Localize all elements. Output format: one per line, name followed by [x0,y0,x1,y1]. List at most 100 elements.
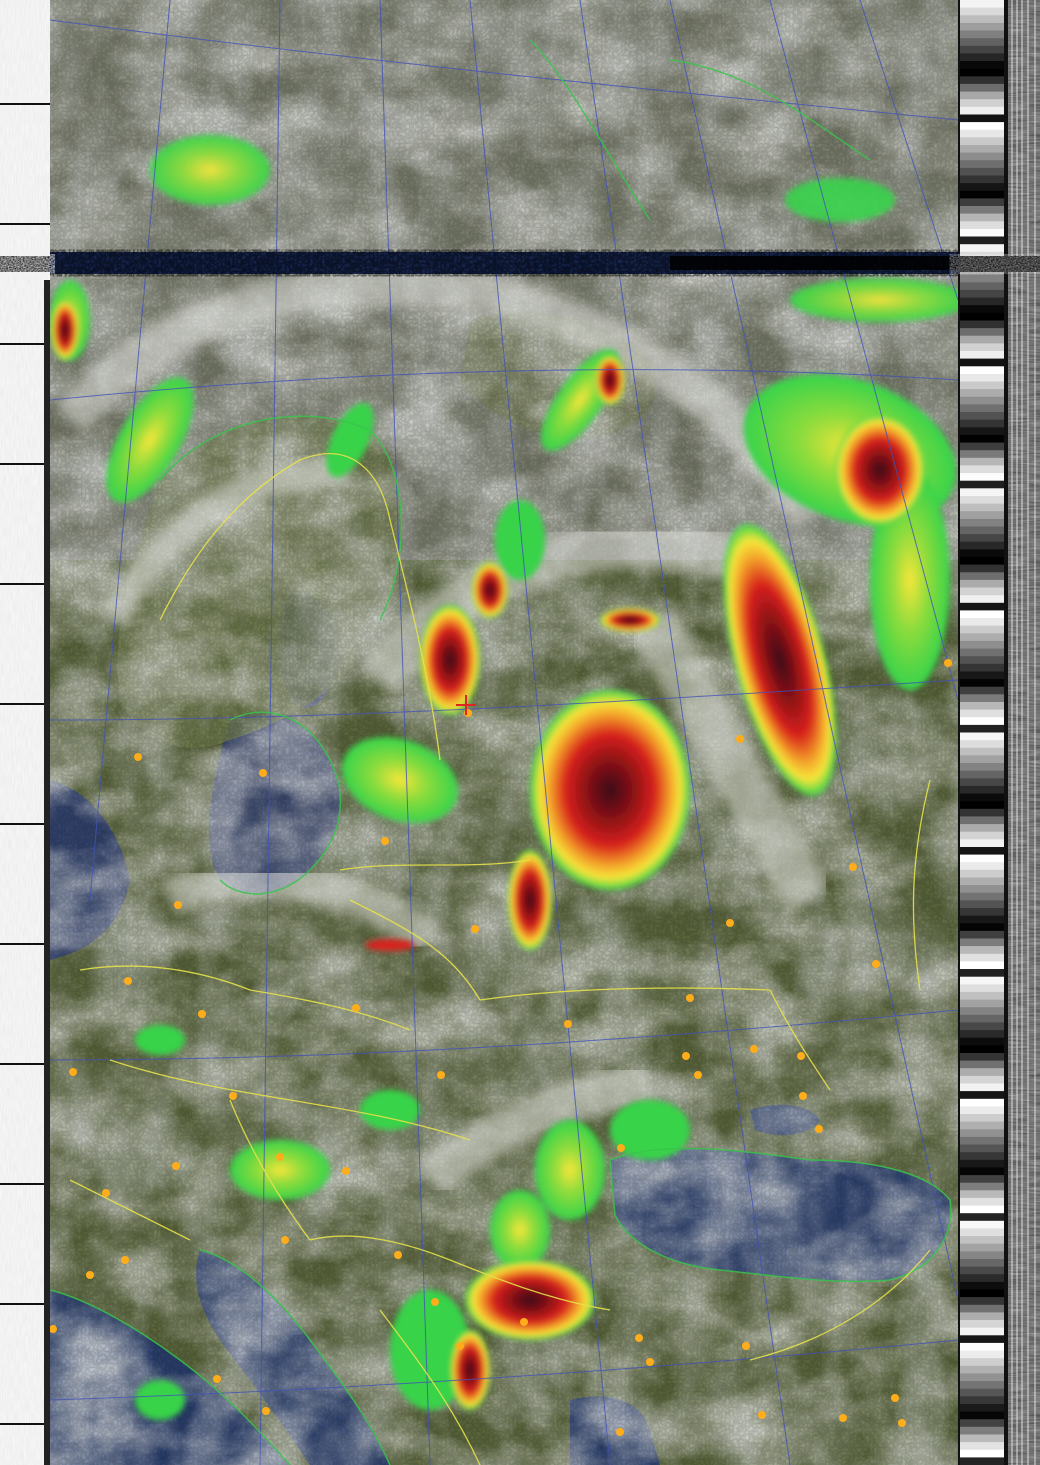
telemetry-step [960,595,1004,604]
telemetry-step [960,15,1004,24]
telemetry-step [960,1060,1004,1069]
telemetry-step [960,38,1004,47]
telemetry-step [960,335,1004,344]
telemetry-step [960,679,1004,688]
telemetry-step [960,1152,1004,1161]
telemetry-step [960,633,1004,642]
telemetry-step [960,1274,1004,1283]
telemetry-step [960,1281,1004,1290]
telemetry-step [960,1320,1004,1329]
telemetry-step [960,1220,1004,1229]
telemetry-step [960,778,1004,787]
telemetry-step [960,1297,1004,1306]
telemetry-step [960,1098,1004,1107]
telemetry-step [960,22,1004,31]
telemetry-step [960,557,1004,566]
telemetry-step [960,862,1004,871]
telemetry-step [960,1197,1004,1206]
telemetry-step [960,763,1004,772]
telemetry-step [960,91,1004,100]
telemetry-step [960,816,1004,825]
telemetry-step [960,961,1004,970]
telemetry-step [960,1396,1004,1405]
telemetry-step [960,518,1004,527]
telemetry-step [960,1053,1004,1062]
telemetry-step [960,1075,1004,1084]
telemetry-step [960,289,1004,298]
telemetry-step [960,1289,1004,1298]
telemetry-step [960,831,1004,840]
telemetry-step [960,1251,1004,1260]
telemetry-step [960,7,1004,16]
telemetry-step [960,412,1004,421]
telemetry-step [960,770,1004,779]
telemetry-step [960,1419,1004,1428]
telemetry-step [960,389,1004,398]
telemetry-step [960,1106,1004,1115]
left-sync-strip [0,0,50,1465]
telemetry-step [960,106,1004,115]
telemetry-step [960,1175,1004,1184]
telemetry-step [960,1167,1004,1176]
telemetry-step [960,1304,1004,1313]
telemetry-step [960,1350,1004,1359]
telemetry-step [960,1213,1004,1222]
right-sync-strip [1008,0,1040,1465]
telemetry-step [960,404,1004,413]
telemetry-step [960,129,1004,138]
telemetry-step [960,976,1004,985]
telemetry-step [960,137,1004,146]
telemetry-step [960,579,1004,588]
telemetry-step [960,1266,1004,1275]
telemetry-step [960,1442,1004,1451]
telemetry-step [960,1037,1004,1046]
telemetry-step [960,427,1004,436]
telemetry-step [960,648,1004,657]
telemetry-step [960,480,1004,489]
telemetry-step [960,488,1004,497]
telemetry-step [960,473,1004,482]
telemetry-step [960,1243,1004,1252]
telemetry-step [960,793,1004,802]
telemetry-step [960,984,1004,993]
telemetry-step [960,457,1004,466]
telemetry-step [960,1083,1004,1092]
telemetry-step [960,999,1004,1008]
telemetry-step [960,938,1004,947]
telemetry-step [960,930,1004,939]
telemetry-step [960,1381,1004,1390]
telemetry-step [960,1144,1004,1153]
telemetry-step [960,808,1004,817]
telemetry-step [960,618,1004,627]
telemetry-step [960,1007,1004,1016]
telemetry-step [960,1434,1004,1443]
telemetry-step [960,847,1004,856]
telemetry-step [960,30,1004,39]
telemetry-step [960,450,1004,459]
telemetry-step [960,351,1004,360]
telemetry-step [960,1228,1004,1237]
telemetry-step [960,1121,1004,1130]
telemetry-step [960,1457,1004,1465]
telemetry-step [960,1014,1004,1023]
telemetry-step [960,1205,1004,1214]
telemetry-step [960,1373,1004,1382]
telemetry-step [960,839,1004,848]
telemetry-step [960,282,1004,291]
telemetry-step [960,1365,1004,1374]
telemetry-step [960,953,1004,962]
telemetry-step [960,358,1004,367]
telemetry-step [960,923,1004,932]
satellite-image [0,0,1040,1465]
telemetry-step [960,991,1004,1000]
telemetry-step [960,671,1004,680]
telemetry-step [960,824,1004,833]
telemetry-step [960,228,1004,237]
telemetry-step [960,541,1004,550]
telemetry-step [960,1449,1004,1458]
telemetry-step [960,511,1004,520]
weather-map [50,0,958,1465]
telemetry-step [960,1114,1004,1123]
telemetry-step [960,1259,1004,1268]
telemetry-step [960,587,1004,596]
